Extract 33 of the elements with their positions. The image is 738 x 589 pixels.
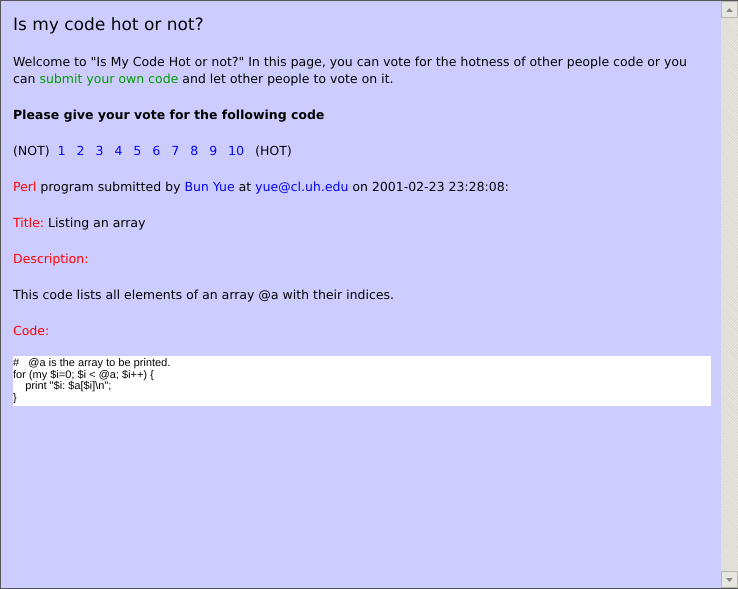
scroll-down-button[interactable] [721, 571, 738, 588]
title-value: Listing an array [48, 214, 146, 232]
vote-link[interactable]: 4 [114, 142, 122, 160]
vote-link[interactable]: 6 [152, 142, 160, 160]
intro-paragraph: Welcome to "Is My Code Hot or not?" In this page, you can vote for the hotness of other people code or you can submit your own code and let other people to vote on it. [13, 53, 688, 88]
code-label: Code: [13, 322, 50, 340]
submission-info: Perl program submitted by Bun Yue at yue@cl.uh.edu on 2001-02-23 23:28:08: [13, 178, 510, 196]
email-link[interactable]: yue@cl.uh.edu [255, 179, 348, 194]
up-arrow-icon [726, 8, 733, 12]
author-link[interactable]: Bun Yue [184, 179, 235, 194]
vote-link[interactable]: 1 [58, 142, 66, 160]
code-line: print "$i: $a[$i]\n"; [24, 381, 112, 393]
title-label: Title: [13, 214, 44, 232]
vote-prompt: Please give your vote for the following code [13, 106, 326, 124]
scrollbar[interactable] [721, 1, 738, 588]
vote-link[interactable]: 3 [96, 142, 104, 160]
vote-link[interactable]: 2 [76, 142, 84, 160]
code-line: } [13, 392, 18, 404]
description-text: This code lists all elements of an array @a with their indices. [13, 286, 395, 304]
scroll-up-button[interactable] [721, 1, 738, 18]
page-heading: Is my code hot or not? [13, 15, 205, 36]
code-line: # @a is the array to be printed. [13, 358, 172, 370]
code-line: for (my $i=0; $i < @a; $i++) { [13, 370, 155, 381]
vote-link[interactable]: 5 [133, 142, 142, 160]
vote-link[interactable]: 7 [171, 142, 180, 160]
hot-label: (HOT) [255, 142, 292, 160]
down-arrow-icon [726, 578, 733, 582]
vote-link[interactable]: 9 [209, 142, 218, 160]
vote-link[interactable]: 10 [228, 142, 244, 160]
vote-link[interactable]: 8 [190, 142, 198, 160]
description-label: Description: [13, 250, 90, 268]
not-label: (NOT) [13, 142, 50, 160]
language-label: Perl [13, 179, 36, 194]
